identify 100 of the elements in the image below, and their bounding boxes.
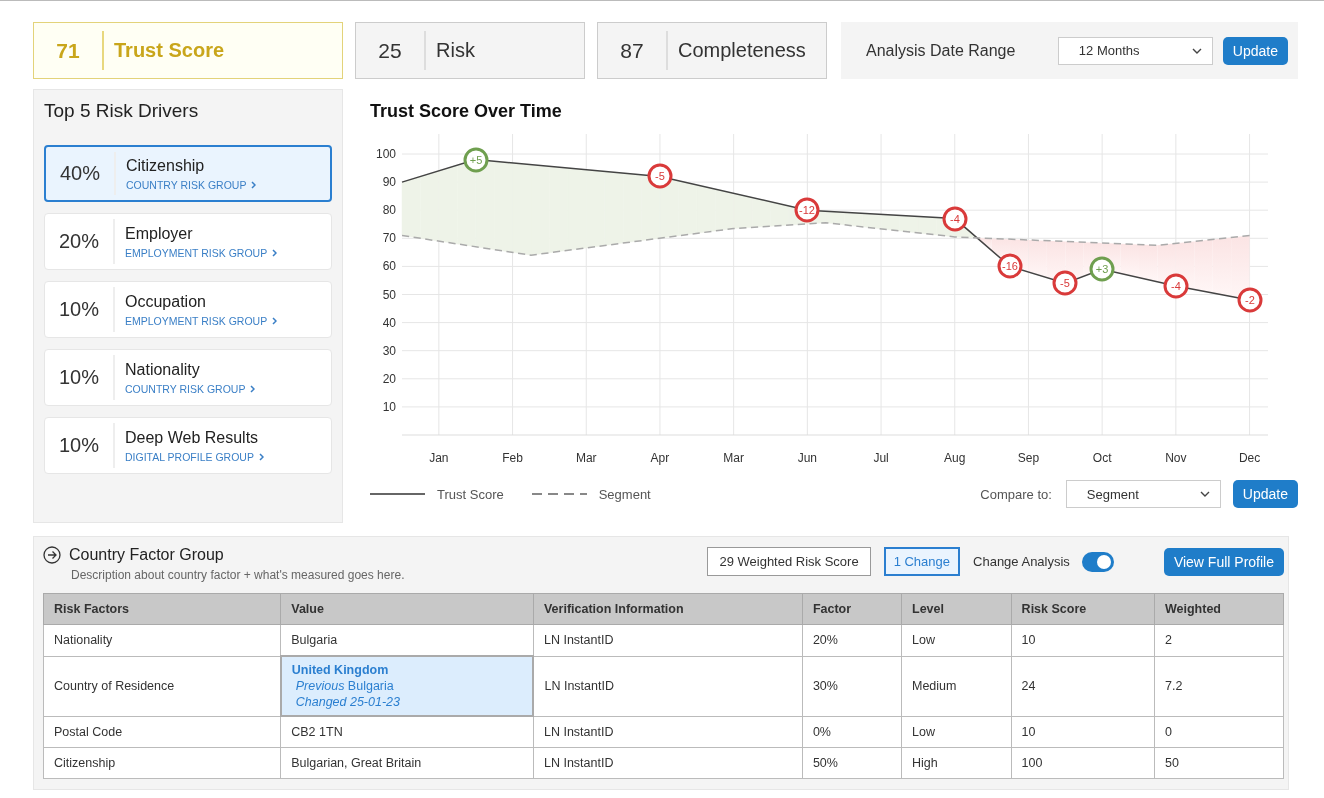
score-value: 25 <box>356 31 426 70</box>
update-button[interactable]: Update <box>1222 36 1288 65</box>
y-axis-label: 50 <box>382 287 396 302</box>
table-cell: Bulgarian, Great Britain <box>280 747 534 779</box>
toggle-label: Change Analysis <box>973 554 1070 569</box>
table-cell: 100 <box>1011 747 1155 779</box>
y-axis-label: 40 <box>382 315 396 330</box>
y-axis-label: 80 <box>382 203 396 218</box>
x-axis-label: Mar <box>575 451 597 465</box>
solid-line-icon <box>370 492 425 496</box>
table-cell: Citizenship <box>43 747 281 779</box>
caret-icon <box>1191 47 1202 54</box>
y-axis-label: 10 <box>382 399 396 414</box>
chevron-icon <box>250 384 256 393</box>
x-axis-label: Jun <box>797 451 818 465</box>
column-header: Value <box>280 593 534 625</box>
table-cell: 50 <box>1154 747 1284 779</box>
table-cell: Postal Code <box>43 716 281 748</box>
driver-group-link[interactable]: COUNTRY RISK GROUP <box>125 382 256 395</box>
change-marker: -2 <box>1237 287 1263 313</box>
change-marker: -5 <box>647 163 673 189</box>
table-cell: Low <box>901 624 1012 656</box>
score-card[interactable]: 25 Risk <box>355 22 585 79</box>
driver-name: Citizenship <box>126 156 206 175</box>
table-cell: Low <box>901 716 1012 748</box>
table-cell: 30% <box>802 656 902 716</box>
compare-select[interactable]: Segment <box>1065 480 1221 508</box>
date-range-label: Analysis Date Range <box>866 41 1017 60</box>
x-axis-label: Dec <box>1238 451 1261 465</box>
table-cell: LN InstantID <box>533 716 803 748</box>
score-label: Trust Score <box>113 39 225 62</box>
legend-label: Trust Score <box>437 486 504 502</box>
compare-label: Compare to: <box>980 486 1052 502</box>
score-label: Completeness <box>677 39 806 62</box>
risk-driver-card[interactable]: 10% Nationality COUNTRY RISK GROUP <box>44 349 332 406</box>
driver-name: Employer <box>125 224 194 243</box>
panel-title: Top 5 Risk Drivers <box>44 100 200 122</box>
risk-driver-card[interactable]: 20% Employer EMPLOYMENT RISK GROUP <box>44 213 332 270</box>
column-header: Factor <box>802 593 902 625</box>
score-card[interactable]: 87 Completeness <box>597 22 827 79</box>
table-cell: LN InstantID <box>533 656 803 716</box>
x-axis-label: Jul <box>873 451 889 465</box>
x-axis-label: Sep <box>1017 451 1040 465</box>
filter-button[interactable]: 1 Change <box>883 547 961 576</box>
table-cell: CB2 1TN <box>280 716 534 748</box>
table-cell: 10 <box>1011 716 1155 748</box>
risk-driver-card[interactable]: 10% Occupation EMPLOYMENT RISK GROUP <box>44 281 332 338</box>
column-header: Risk Score <box>1011 593 1155 625</box>
current-value: United Kingdom <box>291 662 390 678</box>
date-range-select[interactable]: 12 Months <box>1057 36 1213 65</box>
chevron-icon <box>272 248 278 257</box>
change-marker: -4 <box>942 206 968 232</box>
column-header: Risk Factors <box>43 593 281 625</box>
table-cell: 0% <box>802 716 902 748</box>
driver-percent: 10% <box>45 423 115 468</box>
change-marker: -5 <box>1052 270 1078 296</box>
caret-icon <box>1199 491 1210 497</box>
column-header: Verification Information <box>533 593 803 625</box>
x-axis-label: Aug <box>944 451 966 465</box>
table-cell: 10 <box>1011 624 1155 656</box>
change-marker: +3 <box>1089 256 1115 282</box>
y-axis-label: 100 <box>375 147 396 161</box>
risk-driver-card[interactable]: 40% Citizenship COUNTRY RISK GROUP <box>44 145 332 202</box>
y-axis-label: 90 <box>382 175 396 190</box>
toggle-switch[interactable] <box>1081 552 1114 572</box>
driver-percent: 40% <box>46 152 116 195</box>
column-header: Level <box>901 593 1012 625</box>
x-axis-label: Mar <box>723 451 744 465</box>
driver-name: Occupation <box>125 292 207 311</box>
dashed-line-icon <box>531 492 587 496</box>
filter-button[interactable]: 29 Weighted Risk Score <box>707 547 871 576</box>
x-axis-label: Nov <box>1165 451 1187 465</box>
table-cell: 24 <box>1011 656 1155 716</box>
driver-group-link[interactable]: DIGITAL PROFILE GROUP <box>125 450 264 463</box>
y-axis-label: 30 <box>382 343 396 358</box>
table-cell: 50% <box>802 747 902 779</box>
chevron-icon <box>258 452 264 461</box>
risk-driver-card[interactable]: 10% Deep Web Results DIGITAL PROFILE GROUP <box>44 417 332 474</box>
table-cell: LN InstantID <box>533 624 803 656</box>
arrow-circle-icon[interactable] <box>43 546 61 564</box>
x-axis-label: Oct <box>1092 451 1112 465</box>
driver-group-link[interactable]: EMPLOYMENT RISK GROUP <box>125 246 278 259</box>
table-cell: High <box>901 747 1012 779</box>
change-marker: -12 <box>794 197 820 223</box>
y-axis-label: 70 <box>382 231 396 246</box>
x-axis-label: Apr <box>650 451 670 465</box>
change-marker: +5 <box>463 147 489 173</box>
table-cell: LN InstantID <box>533 747 803 779</box>
change-date: Changed 25-01-23 <box>294 694 401 710</box>
update-button[interactable]: Update <box>1232 480 1298 508</box>
view-profile-button[interactable]: View Full Profile <box>1163 548 1284 576</box>
driver-percent: 10% <box>45 287 115 332</box>
driver-group-link[interactable]: EMPLOYMENT RISK GROUP <box>125 314 278 327</box>
table-cell: 20% <box>802 624 902 656</box>
driver-name: Nationality <box>125 360 201 379</box>
y-axis-label: 60 <box>382 259 396 274</box>
driver-percent: 20% <box>45 219 115 264</box>
score-value: 71 <box>34 31 104 70</box>
section-title: Country Factor Group <box>69 546 224 564</box>
driver-group-link[interactable]: COUNTRY RISK GROUP <box>126 178 257 191</box>
